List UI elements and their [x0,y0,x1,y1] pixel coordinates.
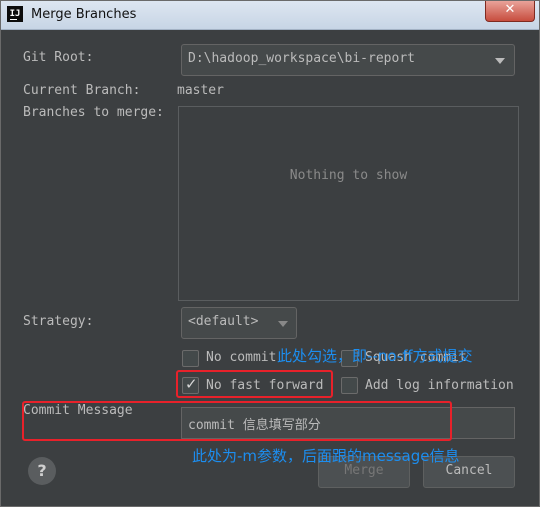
close-button[interactable]: ✕ [485,1,535,22]
git-root-label: Git Root: [23,50,94,65]
window-title: Merge Branches [31,7,137,22]
title-bar[interactable]: IJ Merge Branches ✕ [1,1,539,30]
annotation-note-no-ff: 此处勾选，即--no-ff方式提交 [277,347,473,365]
branches-to-merge-label: Branches to merge: [23,105,164,120]
annotation-note-message: 此处为-m参数，后面跟的message信息 [192,447,460,465]
merge-branches-dialog: IJ Merge Branches ✕ Git Root: D:\hadoop_… [0,0,540,507]
branches-list[interactable]: Nothing to show [178,106,519,301]
help-button[interactable]: ? [28,457,56,485]
strategy-value: <default> [188,314,259,329]
strategy-label: Strategy: [23,314,94,329]
annotation-highlight-commit-message [22,401,452,441]
chevron-down-icon [278,321,288,327]
current-branch-label: Current Branch: [23,83,141,98]
empty-list-text: Nothing to show [289,168,408,183]
annotation-highlight-no-ff [176,370,333,398]
chevron-down-icon [495,58,505,64]
no-commit-checkbox[interactable] [182,350,199,367]
add-log-information-label[interactable]: Add log information [365,378,514,393]
add-log-information-checkbox[interactable] [341,377,358,394]
git-root-value: D:\hadoop_workspace\bi-report [188,51,415,66]
git-root-combobox[interactable]: D:\hadoop_workspace\bi-report [181,44,515,76]
intellij-app-icon: IJ [7,6,23,22]
no-commit-label[interactable]: No commit [206,350,276,365]
strategy-combobox[interactable]: <default> [181,307,297,339]
current-branch-value: master [177,83,224,98]
